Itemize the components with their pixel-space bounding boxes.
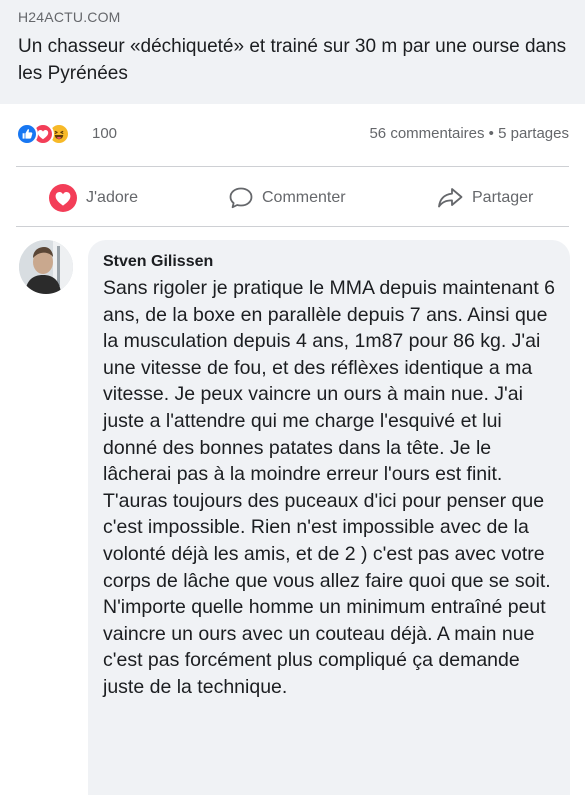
avatar[interactable] — [19, 240, 73, 294]
comments-shares-count[interactable]: 56 commentaires • 5 partages — [369, 125, 569, 142]
reaction-icons[interactable] — [16, 123, 88, 145]
like-icon — [16, 123, 38, 145]
post-action-bar: J'adore Commenter Partager — [0, 172, 585, 224]
comment-bubble: Stven Gilissen Sans rigoler je pratique … — [88, 240, 570, 795]
link-domain: H24ACTU.COM — [18, 9, 121, 25]
comment-button-label: Commenter — [262, 189, 346, 206]
love-reaction-icon — [48, 183, 78, 213]
facebook-post: H24ACTU.COM Un chasseur «déchiqueté» et … — [0, 0, 585, 795]
reactions-summary: 100 56 commentaires • 5 partages — [0, 104, 585, 164]
share-arrow-icon — [436, 186, 464, 210]
comment-text: Sans rigoler je pratique le MMA depuis m… — [103, 277, 556, 698]
link-title[interactable]: Un chasseur «déchiqueté» et trainé sur 3… — [18, 33, 573, 87]
divider — [16, 166, 569, 167]
comment-author-name[interactable]: Stven Gilissen — [103, 253, 213, 271]
comment-button[interactable]: Commenter — [228, 172, 346, 224]
comment-icon — [228, 186, 254, 210]
share-button-label: Partager — [472, 189, 534, 206]
divider — [16, 226, 569, 227]
like-button[interactable]: J'adore — [48, 172, 138, 224]
share-button[interactable]: Partager — [436, 172, 533, 224]
reaction-count[interactable]: 100 — [92, 125, 117, 142]
link-preview[interactable]: H24ACTU.COM Un chasseur «déchiqueté» et … — [0, 0, 585, 104]
like-button-label: J'adore — [86, 189, 138, 206]
